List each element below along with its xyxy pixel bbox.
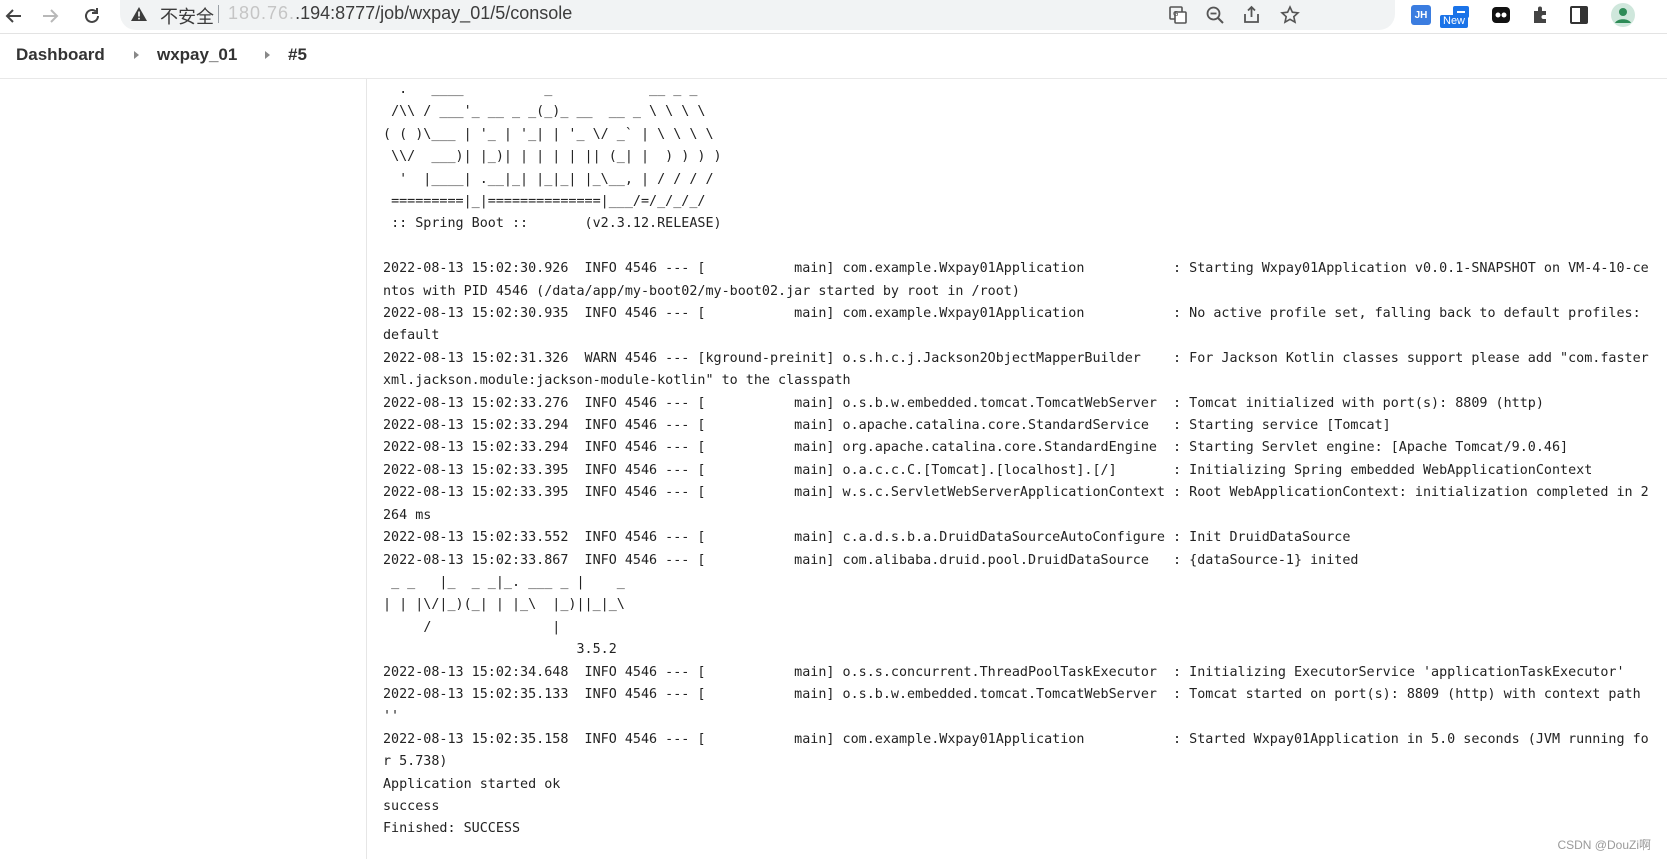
address-bar[interactable]: 不安全 180.76..194:8777/job/wxpay_01/5/cons… — [120, 0, 1395, 30]
console-line: =========|_|==============|___/=/_/_/_/ — [383, 194, 706, 210]
console-output: . ____ _ __ _ _ /\\ / ___'_ __ _ _(_)_ _… — [383, 79, 1653, 859]
extension-jh-icon[interactable]: JH — [1408, 2, 1434, 28]
watermark: CSDN @DouZi啊 — [1557, 838, 1651, 852]
reload-button[interactable] — [78, 2, 106, 30]
console-line: :: Spring Boot :: (v2.3.12.RELEASE) — [383, 216, 722, 232]
console-line: | | |\/|_)(_| | |_\ |_)||_|_\ — [383, 597, 625, 613]
browser-toolbar: 不安全 180.76..194:8777/job/wxpay_01/5/cons… — [0, 0, 1667, 34]
share-icon[interactable] — [1240, 3, 1264, 27]
breadcrumb-chevron-icon[interactable] — [265, 51, 270, 59]
profile-avatar[interactable] — [1610, 2, 1636, 28]
breadcrumb-build[interactable]: #5 — [288, 45, 307, 65]
console-line: 2022-08-13 15:02:33.395 INFO 4546 --- [ … — [383, 485, 1649, 523]
extension-game-icon[interactable] — [1488, 2, 1514, 28]
console-line: 2022-08-13 15:02:33.552 INFO 4546 --- [ … — [383, 530, 1351, 546]
url-path: .194:8777/job/wxpay_01/5/console — [295, 3, 573, 23]
console-line: 2022-08-13 15:02:34.648 INFO 4546 --- [ … — [383, 664, 1625, 680]
breadcrumb-dashboard[interactable]: Dashboard — [16, 45, 105, 65]
console-line: Application started ok — [383, 776, 561, 792]
console-line: 2022-08-13 15:02:33.867 INFO 4546 --- [ … — [383, 552, 1359, 568]
translate-icon[interactable]: G — [1166, 3, 1190, 27]
svg-text:G: G — [1173, 10, 1178, 18]
console-line: _ _ |_ _ _|_. ___ _ | _ — [383, 574, 625, 590]
back-arrow-icon — [5, 9, 21, 23]
console-line: 2022-08-13 15:02:31.326 WARN 4546 --- [k… — [383, 350, 1649, 389]
insecure-label: 不安全 — [160, 7, 214, 28]
console-line: 3.5.2 — [383, 642, 617, 658]
forward-arrow-icon — [43, 9, 59, 23]
console-line: /\\ / ___'_ __ _ _(_)_ __ __ _ \ \ \ \ — [383, 104, 706, 120]
breadcrumb-job[interactable]: wxpay_01 — [157, 45, 237, 65]
console-line: 2022-08-13 15:02:35.158 INFO 4546 --- [ … — [383, 731, 1649, 770]
zoom-out-icon[interactable] — [1203, 3, 1227, 27]
console-line: 2022-08-13 15:02:33.294 INFO 4546 --- [ … — [383, 418, 1391, 434]
back-button[interactable] — [0, 2, 28, 30]
extension-new-badge: New — [1440, 15, 1469, 28]
side-panel-icon[interactable] — [1566, 2, 1592, 28]
console-line: success — [383, 798, 440, 814]
bookmark-star-icon[interactable] — [1278, 3, 1302, 27]
console-line: / | — [383, 619, 561, 635]
console-line: 2022-08-13 15:02:33.294 INFO 4546 --- [ … — [383, 440, 1569, 456]
side-panel — [0, 79, 366, 859]
reload-icon — [85, 8, 99, 23]
extension-jh-label: JH — [1411, 5, 1431, 25]
side-divider — [366, 79, 367, 859]
forward-button[interactable] — [36, 2, 64, 30]
console-line: 2022-08-13 15:02:33.276 INFO 4546 --- [ … — [383, 395, 1544, 411]
url-masked-part: 180.76. — [228, 3, 296, 23]
console-line: 2022-08-13 15:02:30.935 INFO 4546 --- [ … — [383, 306, 1649, 344]
puzzle-extensions-icon[interactable] — [1528, 2, 1554, 28]
console-text: . ____ _ __ _ _ /\\ / ___'_ __ _ _(_)_ _… — [383, 79, 1653, 841]
console-line: \\/ ___)| |_)| | | | | || (_| | ) ) ) ) — [383, 149, 722, 165]
breadcrumb: Dashboard wxpay_01 #5 — [0, 34, 1667, 79]
warning-icon — [130, 6, 148, 27]
console-line: 2022-08-13 15:02:35.133 INFO 4546 --- [ … — [383, 686, 1649, 725]
breadcrumb-chevron-icon[interactable] — [134, 51, 139, 59]
url-text[interactable]: 180.76..194:8777/job/wxpay_01/5/console — [228, 3, 572, 24]
console-line: 2022-08-13 15:02:33.395 INFO 4546 --- [ … — [383, 462, 1593, 478]
console-line: Finished: SUCCESS — [383, 821, 521, 837]
console-line: ' |____| .__|_| |_|_| |_\__, | / / / / — [383, 171, 714, 187]
console-line: ( ( )\___ | '_ | '_| | '_ \/ _` | \ \ \ … — [383, 126, 714, 142]
address-separator — [218, 5, 219, 23]
console-line: . ____ _ __ _ _ — [383, 82, 698, 97]
console-line: 2022-08-13 15:02:30.926 INFO 4546 --- [ … — [383, 261, 1649, 299]
